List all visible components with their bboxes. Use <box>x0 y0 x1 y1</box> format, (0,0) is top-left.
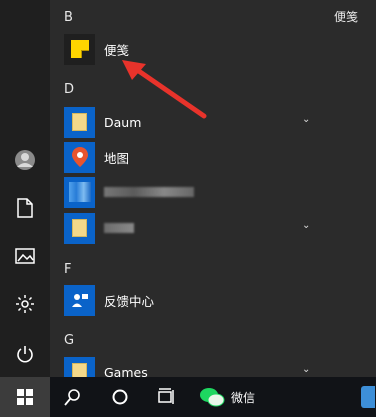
app-blurred[interactable] <box>64 176 364 208</box>
folder-icon <box>64 106 95 138</box>
app-label: 地图 <box>104 150 130 166</box>
avatar-icon <box>15 150 35 170</box>
chevron-down-icon[interactable]: ⌄ <box>302 114 376 125</box>
section-letter-f[interactable]: F <box>64 262 71 277</box>
power-button[interactable] <box>0 332 50 376</box>
start-left-rail <box>0 0 50 377</box>
cortana-icon <box>112 389 128 405</box>
app-daum-folder[interactable]: Daum ⌄ <box>64 106 364 138</box>
pictures-button[interactable] <box>0 234 50 278</box>
documents-button[interactable] <box>0 186 50 230</box>
annotation-arrow <box>122 60 207 119</box>
chevron-down-icon[interactable]: ⌄ <box>302 220 310 231</box>
wechat-icon <box>200 388 225 407</box>
user-avatar-button[interactable] <box>0 138 50 182</box>
taskbar: 微信 <box>0 377 376 417</box>
windows-logo-icon <box>17 389 33 405</box>
cortana-button[interactable] <box>103 377 137 417</box>
folder-icon <box>64 212 95 244</box>
blurred-app-label <box>104 187 194 197</box>
search-icon <box>64 389 80 406</box>
section-letter-d[interactable]: D <box>64 82 74 97</box>
taskbar-app-wechat[interactable]: 微信 <box>199 377 261 417</box>
blurred-app-label <box>104 223 134 233</box>
blurred-app-icon <box>64 176 95 208</box>
app-icon <box>361 386 375 408</box>
picture-icon <box>15 248 35 264</box>
task-view-button[interactable] <box>150 377 184 417</box>
wechat-label: 微信 <box>231 390 256 405</box>
gear-icon <box>16 295 34 313</box>
start-button[interactable] <box>0 377 50 417</box>
chevron-down-icon[interactable]: ⌄ <box>302 364 310 375</box>
app-label: 反馈中心 <box>104 293 155 309</box>
task-view-icon <box>158 388 174 404</box>
app-sticky-notes[interactable]: 便笺 <box>64 33 364 65</box>
document-icon <box>17 198 33 218</box>
maps-pin-icon <box>64 141 95 173</box>
app-list: B 便笺 D Daum ⌄ 地图 ⌄ F 反馈中心 G Games ⌄ <box>50 0 376 388</box>
settings-button[interactable] <box>0 282 50 326</box>
app-feedback-hub[interactable]: 反馈中心 <box>64 284 364 316</box>
app-maps[interactable]: 地图 <box>64 141 364 173</box>
search-button[interactable] <box>56 377 90 417</box>
app-blurred-folder[interactable]: ⌄ <box>64 212 364 244</box>
sticky-notes-icon <box>64 33 95 65</box>
top-right-label[interactable]: 便笺 <box>334 8 358 25</box>
section-letter-g[interactable]: G <box>64 333 74 348</box>
feedback-hub-icon <box>64 284 95 316</box>
section-letter-b[interactable]: B <box>64 10 73 25</box>
power-icon <box>17 346 33 363</box>
taskbar-app-partial[interactable] <box>360 377 376 417</box>
